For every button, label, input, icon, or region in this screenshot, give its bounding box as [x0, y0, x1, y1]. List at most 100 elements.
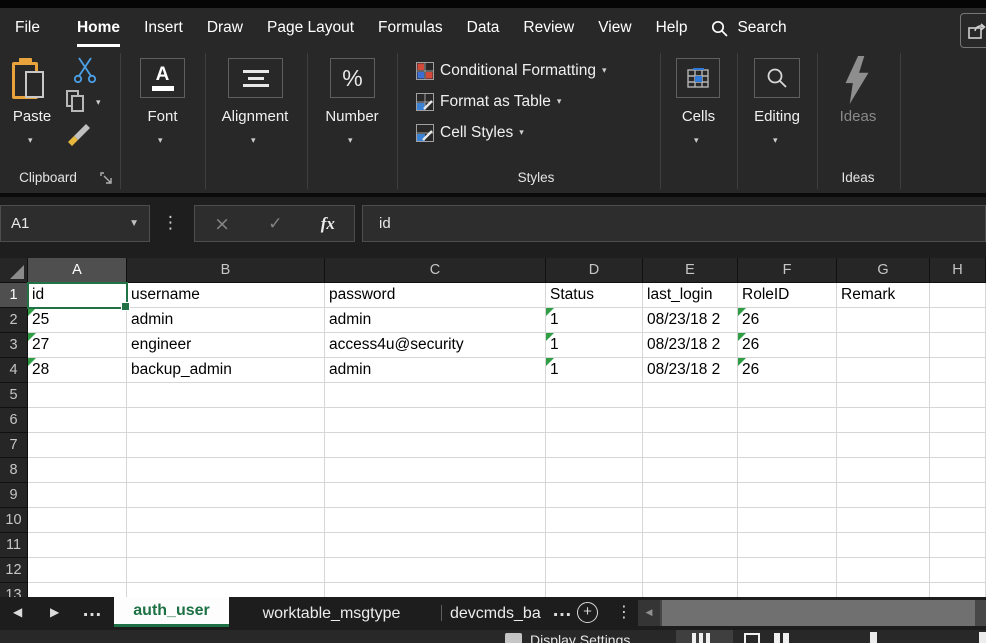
cell-B2[interactable]: admin [127, 308, 325, 333]
cell-G12[interactable] [837, 558, 930, 583]
cell-G10[interactable] [837, 508, 930, 533]
cell-E6[interactable] [643, 408, 738, 433]
cell-C10[interactable] [325, 508, 546, 533]
cell-F7[interactable] [738, 433, 837, 458]
cell-B1[interactable]: username [127, 283, 325, 308]
cell-A8[interactable] [28, 458, 127, 483]
formula-bar-dots-icon[interactable]: ⋮ [162, 205, 179, 242]
cell-F2[interactable]: 26 [738, 308, 837, 333]
cells-label[interactable]: Cells [660, 108, 737, 125]
cell-C8[interactable] [325, 458, 546, 483]
cell-D4[interactable]: 1 [546, 358, 643, 383]
paste-button[interactable] [12, 58, 48, 104]
cell-E10[interactable] [643, 508, 738, 533]
cell-B5[interactable] [127, 383, 325, 408]
tab-auth-user[interactable]: auth_user [114, 597, 229, 627]
cell-B10[interactable] [127, 508, 325, 533]
cell-G4[interactable] [837, 358, 930, 383]
row-header-8[interactable]: 8 [0, 458, 28, 483]
insert-function-icon[interactable]: fx [321, 214, 335, 234]
cell-E11[interactable] [643, 533, 738, 558]
row-header-1[interactable]: 1 [0, 283, 28, 308]
editing-label[interactable]: Editing [737, 108, 817, 125]
share-button[interactable] [960, 13, 986, 48]
tab-overflow-ellipsis[interactable]: … [552, 597, 572, 627]
cell-H2[interactable] [930, 308, 986, 333]
row-header-6[interactable]: 6 [0, 408, 28, 433]
cell-C7[interactable] [325, 433, 546, 458]
cell-E8[interactable] [643, 458, 738, 483]
number-label[interactable]: Number [302, 108, 402, 125]
sheet-prev-icon[interactable]: ◀ [13, 597, 22, 627]
cell-C5[interactable] [325, 383, 546, 408]
format-painter-button[interactable] [62, 122, 92, 148]
sheet-next-icon[interactable]: ▶ [50, 597, 59, 627]
row-header-13[interactable]: 13 [0, 583, 28, 597]
column-header-B[interactable]: B [127, 258, 325, 283]
tab-devcmds[interactable]: devcmds_ba [450, 597, 548, 630]
cell-C11[interactable] [325, 533, 546, 558]
cell-E12[interactable] [643, 558, 738, 583]
menu-insert[interactable]: Insert [144, 8, 183, 48]
cell-A4[interactable]: 28 [28, 358, 127, 383]
scrollbar-thumb[interactable] [662, 600, 975, 626]
cell-A9[interactable] [28, 483, 127, 508]
cell-C9[interactable] [325, 483, 546, 508]
cell-D6[interactable] [546, 408, 643, 433]
cell-A1[interactable]: id [28, 283, 127, 308]
column-header-A[interactable]: A [28, 258, 127, 283]
cell-G3[interactable] [837, 333, 930, 358]
cell-A13[interactable] [28, 583, 127, 597]
cell-F12[interactable] [738, 558, 837, 583]
menu-page-layout[interactable]: Page Layout [267, 8, 354, 48]
font-button[interactable]: A [140, 58, 185, 98]
cell-B8[interactable] [127, 458, 325, 483]
cell-E2[interactable]: 08/23/18 2 [643, 308, 738, 333]
cell-B6[interactable] [127, 408, 325, 433]
cell-F1[interactable]: RoleID [738, 283, 837, 308]
menu-review[interactable]: Review [523, 8, 574, 48]
format-as-table-button[interactable]: Format as Table ▾ [416, 90, 561, 114]
cell-B13[interactable] [127, 583, 325, 597]
cell-G5[interactable] [837, 383, 930, 408]
display-settings-icon[interactable] [505, 633, 522, 643]
row-header-5[interactable]: 5 [0, 383, 28, 408]
paste-dropdown-caret[interactable]: ▾ [28, 136, 33, 146]
cut-button[interactable] [72, 56, 98, 84]
number-button[interactable]: % [330, 58, 375, 98]
alignment-button[interactable] [228, 58, 283, 98]
menu-view[interactable]: View [598, 8, 631, 48]
cell-D1[interactable]: Status [546, 283, 643, 308]
cell-B12[interactable] [127, 558, 325, 583]
cell-G7[interactable] [837, 433, 930, 458]
cell-C13[interactable] [325, 583, 546, 597]
cell-F13[interactable] [738, 583, 837, 597]
row-header-4[interactable]: 4 [0, 358, 28, 383]
cell-G6[interactable] [837, 408, 930, 433]
column-header-H[interactable]: H [930, 258, 986, 283]
row-header-12[interactable]: 12 [0, 558, 28, 583]
cell-D7[interactable] [546, 433, 643, 458]
ideas-button[interactable] [840, 56, 874, 104]
enter-icon[interactable]: ✓ [268, 214, 282, 234]
cell-G9[interactable] [837, 483, 930, 508]
zoom-in-icon[interactable] [979, 632, 986, 643]
row-header-11[interactable]: 11 [0, 533, 28, 558]
font-dropdown-caret[interactable]: ▾ [158, 136, 163, 146]
cell-F4[interactable]: 26 [738, 358, 837, 383]
cell-H1[interactable] [930, 283, 986, 308]
cell-B9[interactable] [127, 483, 325, 508]
paste-label[interactable]: Paste [4, 108, 60, 125]
font-label[interactable]: Font [120, 108, 205, 125]
alignment-label[interactable]: Alignment [205, 108, 305, 125]
cell-C2[interactable]: admin [325, 308, 546, 333]
cell-A3[interactable]: 27 [28, 333, 127, 358]
sheet-options-dots-icon[interactable]: ⋮ [616, 597, 632, 627]
view-normal-button[interactable] [676, 630, 733, 643]
cell-C4[interactable]: admin [325, 358, 546, 383]
cell-A6[interactable] [28, 408, 127, 433]
cell-B11[interactable] [127, 533, 325, 558]
row-header-9[interactable]: 9 [0, 483, 28, 508]
cell-G8[interactable] [837, 458, 930, 483]
cell-D10[interactable] [546, 508, 643, 533]
